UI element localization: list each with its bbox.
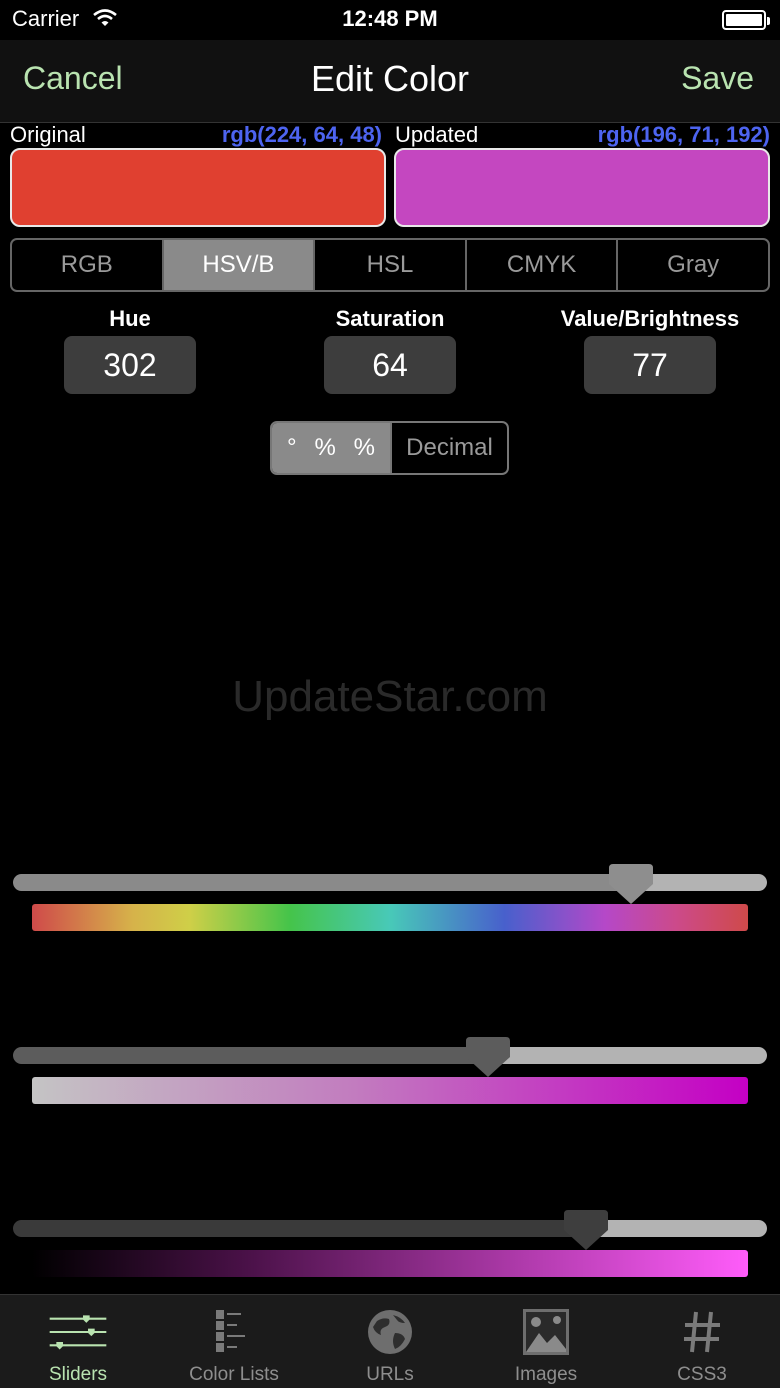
tab-gray[interactable]: Gray <box>616 240 768 290</box>
units-toggle: ° % % Decimal <box>270 421 509 475</box>
tab-label: Images <box>514 1364 578 1385</box>
save-button[interactable]: Save <box>681 60 754 97</box>
saturation-slider-track[interactable] <box>13 1047 767 1064</box>
tab-cmyk[interactable]: CMYK <box>464 240 617 290</box>
updated-color-swatch <box>394 148 770 227</box>
brightness-gradient-bar <box>32 1250 748 1277</box>
tab-label: Color Lists <box>189 1364 279 1385</box>
image-icon <box>516 1305 576 1359</box>
tab-label: CSS3 <box>677 1364 727 1385</box>
tab-rgb[interactable]: RGB <box>12 240 162 290</box>
nav-bar: Cancel Edit Color Save <box>0 40 780 123</box>
saturation-slider-thumb[interactable] <box>464 1035 512 1079</box>
percent-symbol: % <box>353 434 376 461</box>
saturation-field[interactable]: 64 <box>324 336 456 394</box>
original-label: Original <box>10 122 86 147</box>
clock-label: 12:48 PM <box>342 6 438 31</box>
tab-hsv[interactable]: HSV/B <box>161 240 314 290</box>
tab-color-lists[interactable]: Color Lists <box>156 1295 312 1388</box>
hue-field[interactable]: 302 <box>64 336 196 394</box>
brightness-label: Value/Brightness <box>560 306 740 331</box>
original-color-swatch <box>10 148 386 227</box>
hue-label: Hue <box>109 306 151 331</box>
brightness-field[interactable]: 77 <box>584 336 716 394</box>
battery-icon <box>722 10 770 30</box>
sliders-icon <box>48 1305 108 1359</box>
color-lists-icon <box>204 1305 264 1359</box>
degree-symbol: ° <box>286 434 297 461</box>
tab-sliders[interactable]: Sliders <box>0 1295 156 1388</box>
tab-hsl[interactable]: HSL <box>313 240 465 290</box>
color-model-selector: RGB HSV/B HSL CMYK Gray <box>10 238 770 292</box>
saturation-gradient-bar <box>32 1077 748 1104</box>
saturation-label: Saturation <box>335 306 445 331</box>
percent-symbol: % <box>314 434 336 461</box>
updated-label: Updated <box>395 122 479 147</box>
original-rgb-text: rgb(224, 64, 48) <box>221 122 382 147</box>
tab-bar: Sliders Color Lists URLs Images CSS3 <box>0 1294 780 1388</box>
brightness-slider-track[interactable] <box>13 1220 767 1237</box>
tab-images[interactable]: Images <box>468 1295 624 1388</box>
hash-icon <box>672 1305 732 1359</box>
globe-icon <box>360 1305 420 1359</box>
tab-label: URLs <box>366 1364 414 1385</box>
page-title: Edit Color <box>310 58 470 99</box>
hue-slider-thumb[interactable] <box>607 862 655 906</box>
tab-css3[interactable]: CSS3 <box>624 1295 780 1388</box>
updated-rgb-text: rgb(196, 71, 192) <box>597 122 770 147</box>
units-percent-option[interactable]: ° % % <box>272 423 390 473</box>
status-bar: Carrier 12:48 PM <box>0 0 780 40</box>
hue-gradient-bar <box>32 904 748 931</box>
brightness-slider-thumb[interactable] <box>562 1208 610 1252</box>
watermark: UpdateStar.com <box>232 672 548 721</box>
tab-label: Sliders <box>48 1364 108 1385</box>
units-decimal-option[interactable]: Decimal <box>390 423 507 473</box>
tab-urls[interactable]: URLs <box>312 1295 468 1388</box>
